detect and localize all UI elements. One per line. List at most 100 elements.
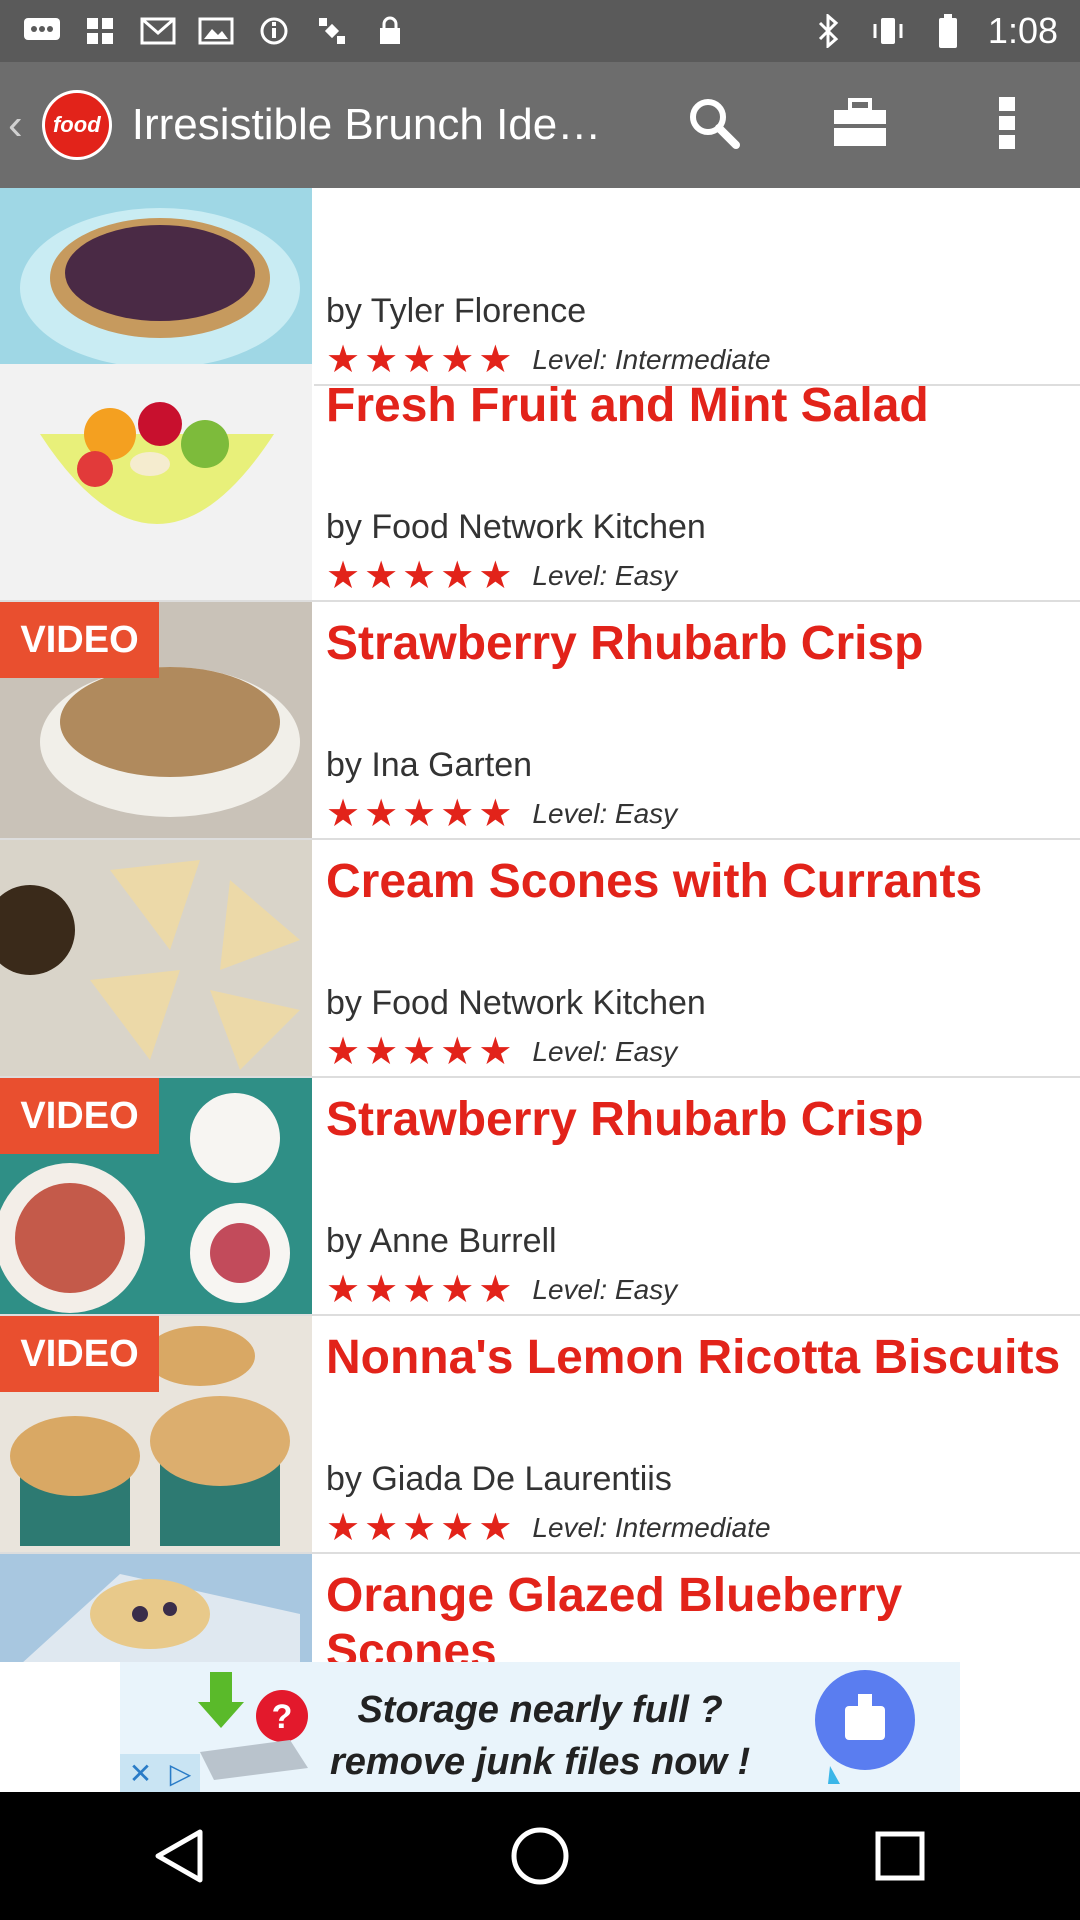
star-icon: ★ <box>326 793 361 835</box>
star-icon: ★ <box>402 793 437 835</box>
recipe-thumbnail: VIDEO <box>0 1316 314 1552</box>
list-item[interactable]: VIDEO Strawberry Rhubarb Crisp by Ina Ga… <box>0 602 1080 840</box>
recipe-meta: ★ ★ ★ ★ ★ Level: Easy <box>326 1032 677 1072</box>
recipe-title[interactable]: Orange Glazed Blueberry Scones <box>326 1568 1076 1662</box>
recipe-thumbnail: VIDEO <box>0 602 314 838</box>
recipe-author: by Anne Burrell <box>326 1222 557 1260</box>
rating-stars: ★ ★ ★ ★ ★ <box>326 1032 512 1072</box>
difficulty-level: Level: Easy <box>532 1274 678 1305</box>
recipe-meta: ★ ★ ★ ★ ★ Level: Easy <box>326 1270 677 1310</box>
list-item[interactable]: Cream Scones with Currants by Food Netwo… <box>0 840 1080 1078</box>
recipe-author: by Tyler Florence <box>326 292 587 330</box>
clock: 1:08 <box>987 10 1058 51</box>
star-icon: ★ <box>364 1269 399 1311</box>
star-icon: ★ <box>364 555 399 597</box>
image-icon <box>196 16 236 46</box>
star-icon: ★ <box>364 1507 399 1549</box>
list-item[interactable]: Fresh Fruit and Mint Salad by Food Netwo… <box>0 364 1080 602</box>
bluetooth-icon <box>808 14 848 48</box>
rating-stars: ★ ★ ★ ★ ★ <box>326 1508 512 1548</box>
difficulty-level: Level: Easy <box>532 798 678 829</box>
rating-stars: ★ ★ ★ ★ ★ <box>326 1270 512 1310</box>
star-icon: ★ <box>478 1269 513 1311</box>
star-icon: ★ <box>326 555 361 597</box>
recipe-author: by Food Network Kitchen <box>326 984 706 1022</box>
food-network-logo[interactable]: food <box>41 90 112 160</box>
star-icon: ★ <box>478 1507 513 1549</box>
recipe-meta: ★ ★ ★ ★ ★ Level: Easy <box>326 794 677 834</box>
status-bar: 1:08 <box>0 0 1080 62</box>
star-icon: ★ <box>326 1269 361 1311</box>
svg-text:?: ? <box>272 1698 293 1736</box>
rating-stars: ★ ★ ★ ★ ★ <box>326 556 512 596</box>
recipe-thumbnail: VIDEO <box>0 1078 314 1314</box>
video-badge: VIDEO <box>0 602 159 678</box>
star-icon: ★ <box>440 1031 475 1073</box>
recipe-title[interactable]: Strawberry Rhubarb Crisp <box>326 616 1076 672</box>
ad-line-1: Storage nearly full ? <box>357 1689 723 1731</box>
page-title: Irresistible Brunch Ide… <box>131 100 602 149</box>
star-icon: ★ <box>478 555 513 597</box>
ad-close-button[interactable]: ✕ ▷ <box>120 1754 200 1792</box>
info-icon <box>254 16 294 46</box>
difficulty-level: Level: Intermediate <box>532 1512 771 1543</box>
star-icon: ★ <box>478 1031 513 1073</box>
vibrate-icon <box>868 16 908 46</box>
up-navigation-icon[interactable]: ‹ <box>8 100 38 150</box>
recipe-title[interactable]: Nonna's Lemon Ricotta Biscuits <box>326 1330 1076 1386</box>
search-button[interactable] <box>640 62 787 188</box>
list-item[interactable]: VIDEO Nonna's Lemon Ricotta Biscuits by … <box>0 1316 1080 1554</box>
star-icon: ★ <box>364 1031 399 1073</box>
download-arrow-icon: ? <box>198 1672 308 1780</box>
recipe-title[interactable]: Strawberry Rhubarb Crisp <box>326 1092 1076 1148</box>
cleaner-app-icon <box>815 1670 915 1784</box>
recipe-title[interactable]: Cream Scones with Currants <box>326 854 1076 910</box>
ad-line-2: remove junk files now ! <box>330 1741 751 1783</box>
recipe-meta: ★ ★ ★ ★ ★ Level: Easy <box>326 556 677 596</box>
star-icon: ★ <box>402 1031 437 1073</box>
search-icon <box>684 93 744 158</box>
nav-back-button[interactable] <box>120 1806 240 1906</box>
difficulty-level: Level: Easy <box>532 560 678 591</box>
video-badge: VIDEO <box>0 1078 159 1154</box>
ad-choices-icon[interactable]: ▷ <box>170 1757 192 1790</box>
recipe-author: by Food Network Kitchen <box>326 508 706 546</box>
nav-home-button[interactable] <box>480 1806 600 1906</box>
nav-recents-button[interactable] <box>840 1806 960 1906</box>
home-icon <box>511 1827 569 1885</box>
app-bar: ‹ food Irresistible Brunch Ide… <box>0 62 1080 188</box>
star-icon: ★ <box>402 1269 437 1311</box>
recipe-title[interactable]: Fresh Fruit and Mint Salad <box>326 378 1076 434</box>
recipe-thumbnail <box>0 840 314 1076</box>
star-icon: ★ <box>440 555 475 597</box>
star-icon: ★ <box>440 1507 475 1549</box>
more-vert-icon <box>997 95 1017 156</box>
recipe-thumbnail <box>0 188 314 384</box>
star-icon: ★ <box>478 793 513 835</box>
recipe-author: by Giada De Laurentiis <box>326 1460 672 1498</box>
recipe-box-button[interactable] <box>787 62 934 188</box>
star-icon: ★ <box>440 793 475 835</box>
recipe-author: by Ina Garten <box>326 746 533 784</box>
ad-text[interactable]: Storage nearly full ? remove junk files … <box>330 1684 750 1788</box>
list-item[interactable]: VIDEO Strawberry Rhubarb Crisp by Anne B… <box>0 1078 1080 1316</box>
recipe-list[interactable]: by Tyler Florence ★ ★ ★ ★ ★ Level: Intermedi… <box>0 188 1080 1662</box>
recipe-thumbnail <box>0 1554 314 1662</box>
battery-icon <box>928 14 968 48</box>
star-icon: ★ <box>402 1507 437 1549</box>
star-icon: ★ <box>326 1507 361 1549</box>
mail-icon <box>138 16 178 46</box>
briefcase-icon <box>832 97 888 153</box>
ad-banner[interactable]: ? Storage nearly full ? remove junk file… <box>120 1662 960 1792</box>
navigation-bar <box>0 1792 1080 1920</box>
star-icon: ★ <box>440 1269 475 1311</box>
recents-icon <box>875 1831 925 1881</box>
overflow-menu-button[interactable] <box>933 62 1080 188</box>
list-item[interactable]: Orange Glazed Blueberry Scones <box>0 1554 1080 1662</box>
notification-icons <box>0 16 410 46</box>
list-item[interactable]: by Tyler Florence ★ ★ ★ ★ ★ Level: Intermedi… <box>0 188 1080 386</box>
close-icon[interactable]: ✕ <box>129 1757 152 1790</box>
difficulty-level: Level: Easy <box>532 1036 678 1067</box>
star-icon: ★ <box>326 1031 361 1073</box>
rating-stars: ★ ★ ★ ★ ★ <box>326 794 512 834</box>
